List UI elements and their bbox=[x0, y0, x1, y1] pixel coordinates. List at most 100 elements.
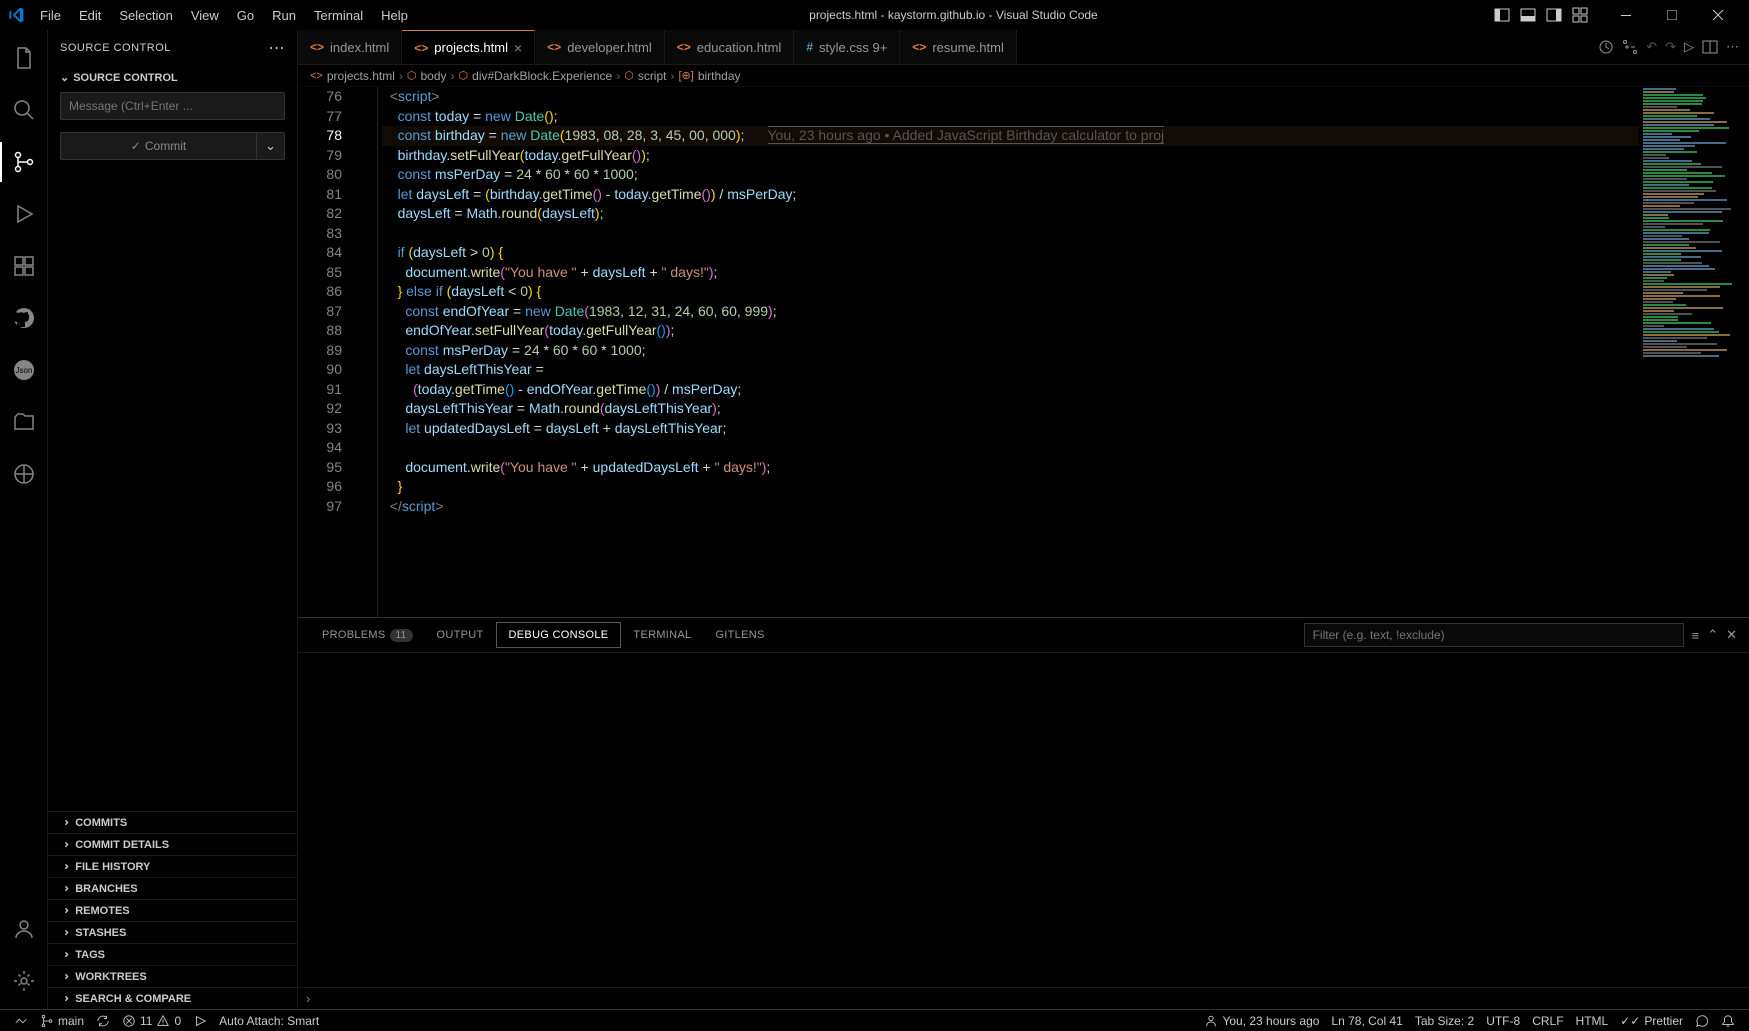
scm-provider-header[interactable]: ⌄ SOURCE CONTROL bbox=[48, 69, 297, 86]
menu-file[interactable]: File bbox=[32, 4, 69, 27]
tab-index-html[interactable]: <>index.html bbox=[298, 30, 402, 64]
commit-message-input[interactable] bbox=[60, 92, 285, 120]
language-mode-status[interactable]: HTML bbox=[1570, 1014, 1615, 1028]
encoding-status[interactable]: UTF-8 bbox=[1480, 1014, 1526, 1028]
more-actions-icon[interactable]: ⋯ bbox=[1726, 39, 1739, 55]
code-line-79[interactable]: birthday.setFullYear(today.getFullYear()… bbox=[382, 146, 1749, 166]
feedback-icon[interactable] bbox=[1689, 1014, 1715, 1028]
extensions-icon[interactable] bbox=[0, 246, 48, 286]
customize-layout-icon[interactable] bbox=[1569, 4, 1591, 26]
debug-console-body[interactable] bbox=[298, 653, 1749, 987]
commit-dropdown-button[interactable]: ⌄ bbox=[257, 132, 285, 160]
scm-section-file-history[interactable]: ⌄FILE HISTORY bbox=[48, 855, 297, 877]
debug-input-prompt[interactable]: › bbox=[298, 987, 1749, 1009]
debug-status[interactable] bbox=[187, 1014, 213, 1028]
panel-tab-problems[interactable]: PROBLEMS11 bbox=[310, 623, 425, 647]
timeline-icon[interactable] bbox=[1598, 39, 1614, 55]
menu-go[interactable]: Go bbox=[229, 4, 262, 27]
explorer-icon[interactable] bbox=[0, 38, 48, 78]
breadcrumb-item[interactable]: [⊕]birthday bbox=[678, 69, 740, 83]
json-ext-icon[interactable]: Json bbox=[0, 350, 48, 390]
scm-section-branches[interactable]: ⌄BRANCHES bbox=[48, 877, 297, 899]
code-line-83[interactable] bbox=[382, 224, 1749, 244]
search-icon[interactable] bbox=[0, 90, 48, 130]
breadcrumb-item[interactable]: ⬡script bbox=[624, 69, 666, 83]
git-branch-status[interactable]: main bbox=[34, 1014, 90, 1028]
live-share-icon[interactable] bbox=[0, 454, 48, 494]
code-line-95[interactable]: document.write("You have " + updatedDays… bbox=[382, 458, 1749, 478]
menu-terminal[interactable]: Terminal bbox=[306, 4, 371, 27]
menu-selection[interactable]: Selection bbox=[111, 4, 180, 27]
scm-section-worktrees[interactable]: ⌄WORKTREES bbox=[48, 965, 297, 987]
code-line-84[interactable]: if (daysLeft > 0) { bbox=[382, 243, 1749, 263]
code-line-89[interactable]: const msPerDay = 24 * 60 * 60 * 1000; bbox=[382, 341, 1749, 361]
eol-status[interactable]: CRLF bbox=[1526, 1014, 1569, 1028]
code-line-86[interactable]: } else if (daysLeft < 0) { bbox=[382, 282, 1749, 302]
minimize-button[interactable] bbox=[1603, 0, 1649, 30]
menu-view[interactable]: View bbox=[183, 4, 227, 27]
collapse-panel-icon[interactable]: ⌃ bbox=[1707, 627, 1718, 643]
scm-section-remotes[interactable]: ⌄REMOTES bbox=[48, 899, 297, 921]
debug-filter-input[interactable] bbox=[1304, 623, 1684, 647]
diff-icon[interactable] bbox=[1622, 39, 1638, 55]
panel-tab-gitlens[interactable]: GITLENS bbox=[703, 623, 776, 647]
code-line-94[interactable] bbox=[382, 438, 1749, 458]
problems-status[interactable]: 11 0 bbox=[116, 1014, 187, 1028]
code-line-90[interactable]: let daysLeftThisYear = bbox=[382, 360, 1749, 380]
layout-panel-icon[interactable] bbox=[1517, 4, 1539, 26]
code-line-88[interactable]: endOfYear.setFullYear(today.getFullYear(… bbox=[382, 321, 1749, 341]
commit-button[interactable]: ✓ Commit bbox=[60, 132, 257, 160]
remote-indicator[interactable] bbox=[8, 1014, 34, 1028]
github-icon[interactable] bbox=[0, 298, 48, 338]
accounts-icon[interactable] bbox=[0, 909, 48, 949]
code-line-93[interactable]: let updatedDaysLeft = daysLeft + daysLef… bbox=[382, 419, 1749, 439]
sync-status[interactable] bbox=[90, 1014, 116, 1028]
prettier-status[interactable]: ✓✓ Prettier bbox=[1614, 1014, 1689, 1028]
tab-resume-html[interactable]: <>resume.html bbox=[900, 30, 1017, 64]
layout-primary-sidebar-icon[interactable] bbox=[1491, 4, 1513, 26]
code-line-80[interactable]: const msPerDay = 24 * 60 * 60 * 1000; bbox=[382, 165, 1749, 185]
panel-tab-terminal[interactable]: TERMINAL bbox=[621, 623, 703, 647]
blame-status[interactable]: You, 23 hours ago bbox=[1198, 1014, 1325, 1028]
panel-tab-output[interactable]: OUTPUT bbox=[425, 623, 496, 647]
code-editor[interactable]: 7677787980818283848586878889909192939495… bbox=[298, 87, 1749, 617]
scm-section-search-compare[interactable]: ⌄SEARCH & COMPARE bbox=[48, 987, 297, 1009]
code-line-82[interactable]: daysLeft = Math.round(daysLeft); bbox=[382, 204, 1749, 224]
auto-attach-status[interactable]: Auto Attach: Smart bbox=[213, 1014, 325, 1028]
code-line-96[interactable]: } bbox=[382, 477, 1749, 497]
code-line-92[interactable]: daysLeftThisYear = Math.round(daysLeftTh… bbox=[382, 399, 1749, 419]
tab-education-html[interactable]: <>education.html bbox=[665, 30, 795, 64]
tab-developer-html[interactable]: <>developer.html bbox=[535, 30, 665, 64]
sidebar-more-icon[interactable]: ⋯ bbox=[269, 38, 286, 58]
code-line-97[interactable]: </script> bbox=[382, 497, 1749, 517]
code-line-85[interactable]: document.write("You have " + daysLeft + … bbox=[382, 263, 1749, 283]
code-line-76[interactable]: <script> bbox=[382, 87, 1749, 107]
close-tab-icon[interactable]: × bbox=[514, 40, 522, 56]
code-line-78[interactable]: const birthday = new Date(1983, 08, 28, … bbox=[382, 126, 1749, 146]
minimap[interactable] bbox=[1639, 87, 1749, 617]
cursor-position-status[interactable]: Ln 78, Col 41 bbox=[1325, 1014, 1408, 1028]
run-icon[interactable]: ▷ bbox=[1684, 39, 1694, 55]
tab-projects-html[interactable]: <>projects.html× bbox=[402, 30, 535, 64]
filter-list-icon[interactable]: ≡ bbox=[1692, 628, 1700, 643]
code-line-77[interactable]: const today = new Date(); bbox=[382, 107, 1749, 127]
source-control-icon[interactable] bbox=[0, 142, 48, 182]
breadcrumb-item[interactable]: <>projects.html bbox=[310, 69, 395, 83]
code-line-91[interactable]: (today.getTime() - endOfYear.getTime()) … bbox=[382, 380, 1749, 400]
panel-tab-debug-console[interactable]: DEBUG CONSOLE bbox=[496, 622, 622, 648]
menu-help[interactable]: Help bbox=[373, 4, 416, 27]
scm-section-stashes[interactable]: ⌄STASHES bbox=[48, 921, 297, 943]
run-debug-icon[interactable] bbox=[0, 194, 48, 234]
project-manager-icon[interactable] bbox=[0, 402, 48, 442]
split-editor-icon[interactable] bbox=[1702, 39, 1718, 55]
scm-section-commits[interactable]: ⌄COMMITS bbox=[48, 811, 297, 833]
close-panel-icon[interactable]: ✕ bbox=[1726, 627, 1737, 643]
code-line-87[interactable]: const endOfYear = new Date(1983, 12, 31,… bbox=[382, 302, 1749, 322]
menu-run[interactable]: Run bbox=[264, 4, 304, 27]
settings-gear-icon[interactable] bbox=[0, 961, 48, 1001]
maximize-button[interactable] bbox=[1649, 0, 1695, 30]
breadcrumb-item[interactable]: ⬡div#DarkBlock.Experience bbox=[459, 69, 613, 83]
prev-change-icon[interactable]: ↶ bbox=[1646, 39, 1657, 55]
notifications-icon[interactable] bbox=[1715, 1014, 1741, 1028]
tab-size-status[interactable]: Tab Size: 2 bbox=[1409, 1014, 1480, 1028]
